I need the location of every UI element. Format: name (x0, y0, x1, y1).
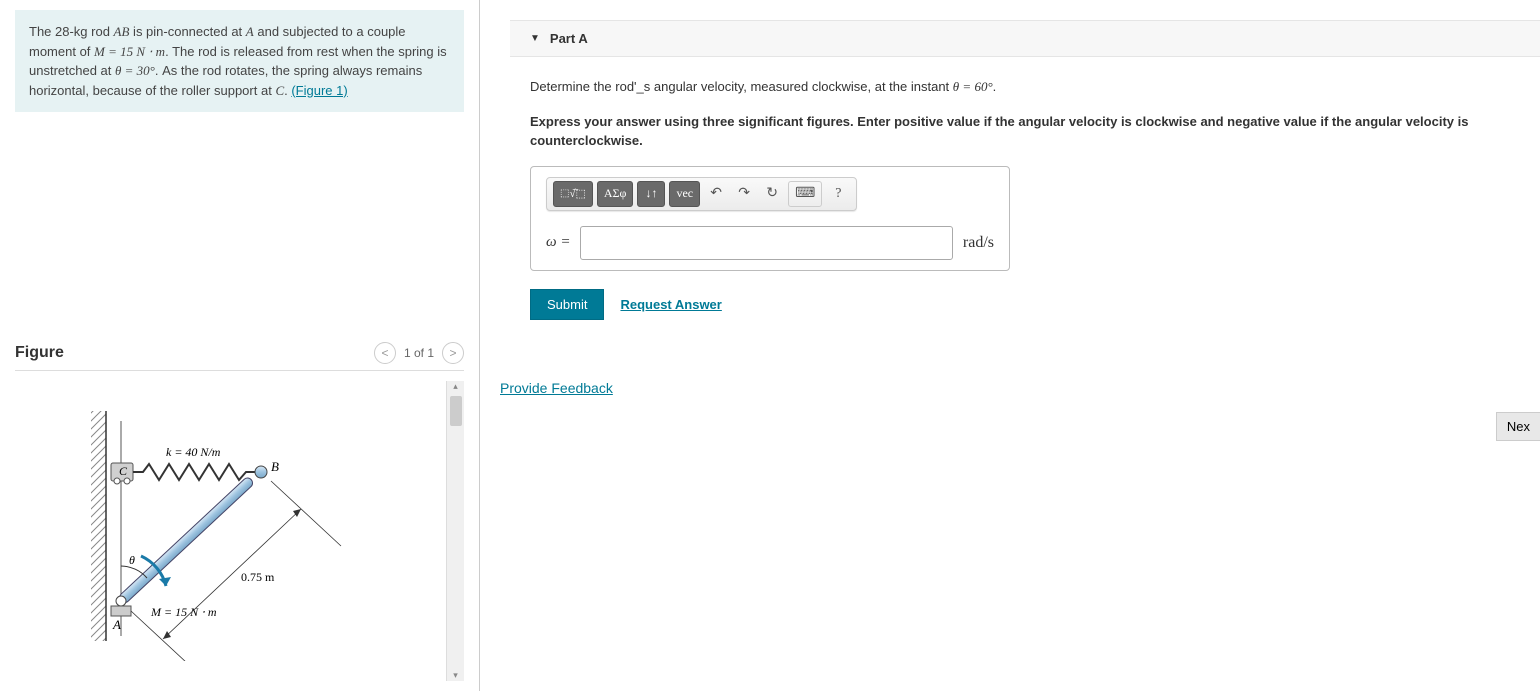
part-a-header[interactable]: ▼ Part A (510, 20, 1540, 57)
equation-toolbar: ⬚√̅⬚ ΑΣφ ↓↑ vec ↶ ↷ ↻ ⌨ ? (546, 177, 857, 211)
figure-prev-button[interactable]: < (374, 342, 396, 364)
label-B: B (271, 459, 279, 474)
units-label: rad/s (963, 234, 994, 252)
scroll-down-icon[interactable]: ▾ (453, 670, 458, 681)
label-length: 0.75 m (241, 570, 275, 584)
figure-next-button[interactable]: > (442, 342, 464, 364)
figure-link[interactable]: (Figure 1) (291, 83, 347, 98)
question-suffix: . (993, 79, 997, 94)
label-moment: M = 15 N ⋅ m (150, 605, 217, 619)
scroll-up-icon[interactable]: ▴ (453, 381, 458, 392)
math-AB: AB (114, 24, 130, 39)
variable-label: ω = (546, 234, 570, 251)
toolbar-greek-button[interactable]: ΑΣφ (597, 181, 634, 207)
figure-scrollbar[interactable]: ▴ ▾ (446, 381, 464, 681)
toolbar-redo-button[interactable]: ↷ (732, 181, 756, 207)
figure-title: Figure (15, 344, 64, 362)
problem-statement: The 28-kg rod AB is pin-connected at A a… (15, 10, 464, 112)
label-A: A (112, 617, 121, 632)
figure-diagram: C k = 40 N/m B A (15, 381, 446, 681)
math-theta30: θ = 30° (115, 63, 155, 78)
provide-feedback-link[interactable]: Provide Feedback (500, 380, 613, 396)
submit-button[interactable]: Submit (530, 289, 604, 320)
label-C: C (119, 464, 128, 478)
label-theta: θ (129, 553, 135, 567)
toolbar-keyboard-button[interactable]: ⌨ (788, 181, 822, 207)
math-M: M = 15 N ⋅ m (94, 44, 165, 59)
toolbar-help-button[interactable]: ? (826, 181, 850, 207)
part-title: Part A (550, 31, 588, 46)
problem-text-2: is pin-connected at (129, 24, 245, 39)
toolbar-reset-button[interactable]: ↻ (760, 181, 784, 207)
answer-box: ⬚√̅⬚ ΑΣφ ↓↑ vec ↶ ↷ ↻ ⌨ ? ω = rad/s (530, 166, 1010, 271)
question-math: θ = 60° (953, 79, 993, 94)
figure-nav-text: 1 of 1 (404, 346, 434, 360)
question-text: Determine the rod'_s angular velocity, m… (530, 77, 1520, 97)
math-C: C (275, 83, 284, 98)
problem-text-1: The 28-kg rod (29, 24, 114, 39)
answer-input[interactable] (580, 226, 952, 260)
label-k: k = 40 N/m (166, 445, 221, 459)
collapse-caret-icon: ▼ (530, 33, 540, 44)
next-button[interactable]: Nex (1496, 412, 1540, 441)
toolbar-vec-button[interactable]: vec (669, 181, 700, 207)
scroll-thumb[interactable] (450, 396, 462, 426)
toolbar-templates-button[interactable]: ⬚√̅⬚ (553, 181, 593, 207)
request-answer-link[interactable]: Request Answer (620, 297, 721, 312)
answer-instructions: Express your answer using three signific… (530, 112, 1520, 151)
math-A: A (246, 24, 254, 39)
toolbar-subscript-button[interactable]: ↓↑ (637, 181, 665, 207)
toolbar-undo-button[interactable]: ↶ (704, 181, 728, 207)
question-prefix: Determine the rod'_s angular velocity, m… (530, 79, 953, 94)
